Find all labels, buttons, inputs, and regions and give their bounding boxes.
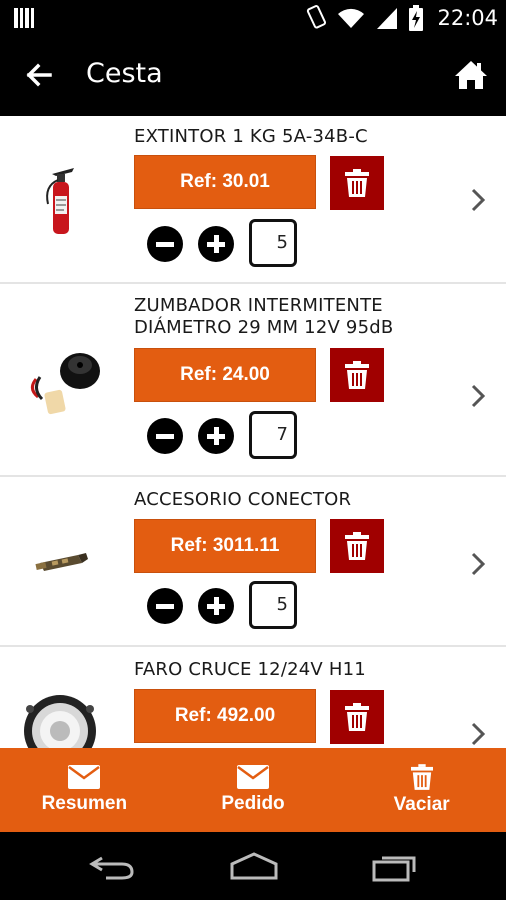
- trash-icon: [345, 361, 369, 389]
- page-title: Cesta: [86, 58, 163, 89]
- vaciar-button[interactable]: Vaciar: [337, 748, 506, 832]
- delete-item-button[interactable]: [330, 348, 384, 402]
- barcode-notification-icon: [14, 8, 34, 28]
- increase-quantity-button[interactable]: [198, 418, 234, 454]
- buzzer-image: [31, 353, 100, 415]
- item-name: EXTINTOR 1 KG 5A-34B-C: [134, 126, 368, 147]
- quantity-input[interactable]: 5: [249, 219, 297, 267]
- connector-image: [35, 553, 88, 571]
- home-icon[interactable]: [454, 58, 488, 92]
- envelope-icon: [68, 765, 101, 789]
- decrease-quantity-button[interactable]: [147, 588, 183, 624]
- trash-icon: [345, 532, 369, 560]
- status-time: 22:04: [437, 6, 498, 30]
- chevron-right-icon[interactable]: [470, 188, 486, 212]
- cart-list[interactable]: EXTINTOR 1 KG 5A-34B-C Ref: 30.01 5 ZUMB…: [0, 116, 506, 748]
- fire-extinguisher-image: [46, 168, 74, 234]
- delete-item-button[interactable]: [330, 156, 384, 210]
- vaciar-label: Vaciar: [393, 794, 450, 815]
- increase-quantity-button[interactable]: [198, 588, 234, 624]
- cart-item[interactable]: FARO CRUCE 12/24V H11 Ref: 492.00: [0, 647, 506, 748]
- trash-icon: [345, 703, 369, 731]
- app-bar: Cesta: [0, 36, 506, 116]
- cart-item[interactable]: ACCESORIO CONECTOR Ref: 3011.11 5: [0, 477, 506, 647]
- item-ref-button[interactable]: Ref: 492.00: [134, 689, 316, 743]
- pedido-label: Pedido: [221, 793, 285, 814]
- resumen-label: Resumen: [41, 793, 128, 814]
- item-ref-button[interactable]: Ref: 30.01: [134, 155, 316, 209]
- item-ref-button[interactable]: Ref: 24.00: [134, 348, 316, 402]
- pedido-button[interactable]: Pedido: [169, 748, 338, 832]
- cart-item[interactable]: ZUMBADOR INTERMITENTE DIÁMETRO 29 MM 12V…: [0, 284, 506, 477]
- trash-icon: [410, 764, 433, 790]
- decrease-quantity-button[interactable]: [147, 226, 183, 262]
- item-name: ZUMBADOR INTERMITENTE DIÁMETRO 29 MM 12V…: [134, 295, 394, 338]
- quantity-input[interactable]: 5: [249, 581, 297, 629]
- item-name: FARO CRUCE 12/24V H11: [134, 659, 366, 680]
- battery-charging-icon: [409, 5, 424, 31]
- chevron-right-icon[interactable]: [470, 552, 486, 576]
- nav-back-icon[interactable]: [88, 850, 136, 882]
- envelope-icon: [237, 765, 269, 789]
- decrease-quantity-button[interactable]: [147, 418, 183, 454]
- bottom-action-bar: Resumen Pedido Vaciar: [0, 748, 506, 832]
- wifi-icon: [338, 8, 365, 28]
- back-arrow-icon[interactable]: [22, 58, 56, 92]
- quantity-input[interactable]: 7: [249, 411, 297, 459]
- item-name: ACCESORIO CONECTOR: [134, 489, 352, 510]
- system-navigation-bar: [0, 832, 506, 900]
- vibrate-icon: [307, 5, 327, 29]
- item-ref-button[interactable]: Ref: 3011.11: [134, 519, 316, 573]
- signal-icon: [377, 8, 398, 29]
- delete-item-button[interactable]: [330, 519, 384, 573]
- chevron-right-icon[interactable]: [470, 384, 486, 408]
- chevron-right-icon[interactable]: [470, 722, 486, 746]
- delete-item-button[interactable]: [330, 690, 384, 744]
- nav-recents-icon[interactable]: [372, 850, 420, 882]
- increase-quantity-button[interactable]: [198, 226, 234, 262]
- headlight-image: [24, 695, 96, 748]
- cart-item[interactable]: EXTINTOR 1 KG 5A-34B-C Ref: 30.01 5: [0, 116, 506, 284]
- resumen-button[interactable]: Resumen: [0, 748, 169, 832]
- trash-icon: [345, 169, 369, 197]
- status-bar: 22:04: [0, 0, 506, 36]
- nav-home-icon[interactable]: [228, 850, 280, 882]
